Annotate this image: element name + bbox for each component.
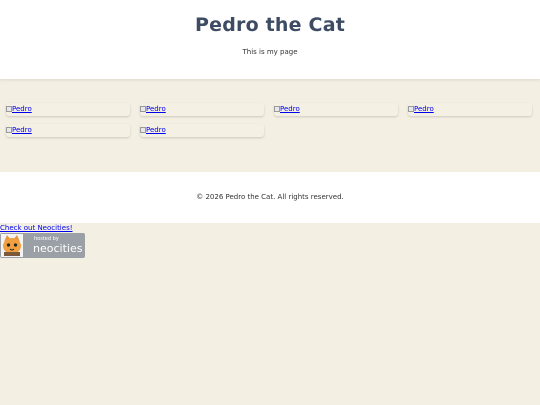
- gallery-image-link[interactable]: Pedro: [12, 105, 32, 113]
- gallery-card[interactable]: Pedro: [408, 103, 532, 116]
- gallery-card[interactable]: Pedro: [274, 103, 398, 116]
- gallery-image-link[interactable]: Pedro: [146, 126, 166, 134]
- gallery-card[interactable]: Pedro: [6, 124, 130, 137]
- gallery-image-link[interactable]: Pedro: [12, 126, 32, 134]
- gallery-image-link[interactable]: Pedro: [146, 105, 166, 113]
- photo-gallery: Pedro Pedro Pedro Pedro Pedro Pedro: [6, 103, 536, 143]
- gallery-card[interactable]: Pedro: [140, 103, 264, 116]
- gallery-card[interactable]: Pedro: [6, 103, 130, 116]
- site-footer: © 2026 Pedro the Cat. All rights reserve…: [0, 172, 540, 223]
- badge-brand-text: neocities: [33, 242, 83, 255]
- neocities-badge[interactable]: hosted by neocities: [0, 233, 85, 258]
- page-title: Pedro the Cat: [194, 14, 345, 36]
- neocities-link[interactable]: Check out Neocities!: [0, 224, 73, 232]
- copyright-text: © 2026 Pedro the Cat. All rights reserve…: [196, 193, 344, 201]
- gallery-card[interactable]: Pedro: [140, 124, 264, 137]
- gallery-image-link[interactable]: Pedro: [414, 105, 434, 113]
- page-subtitle: This is my page: [242, 48, 298, 56]
- site-header: Pedro the Cat This is my page: [0, 0, 540, 79]
- neocities-cat-icon: [1, 234, 23, 257]
- gallery-image-link[interactable]: Pedro: [280, 105, 300, 113]
